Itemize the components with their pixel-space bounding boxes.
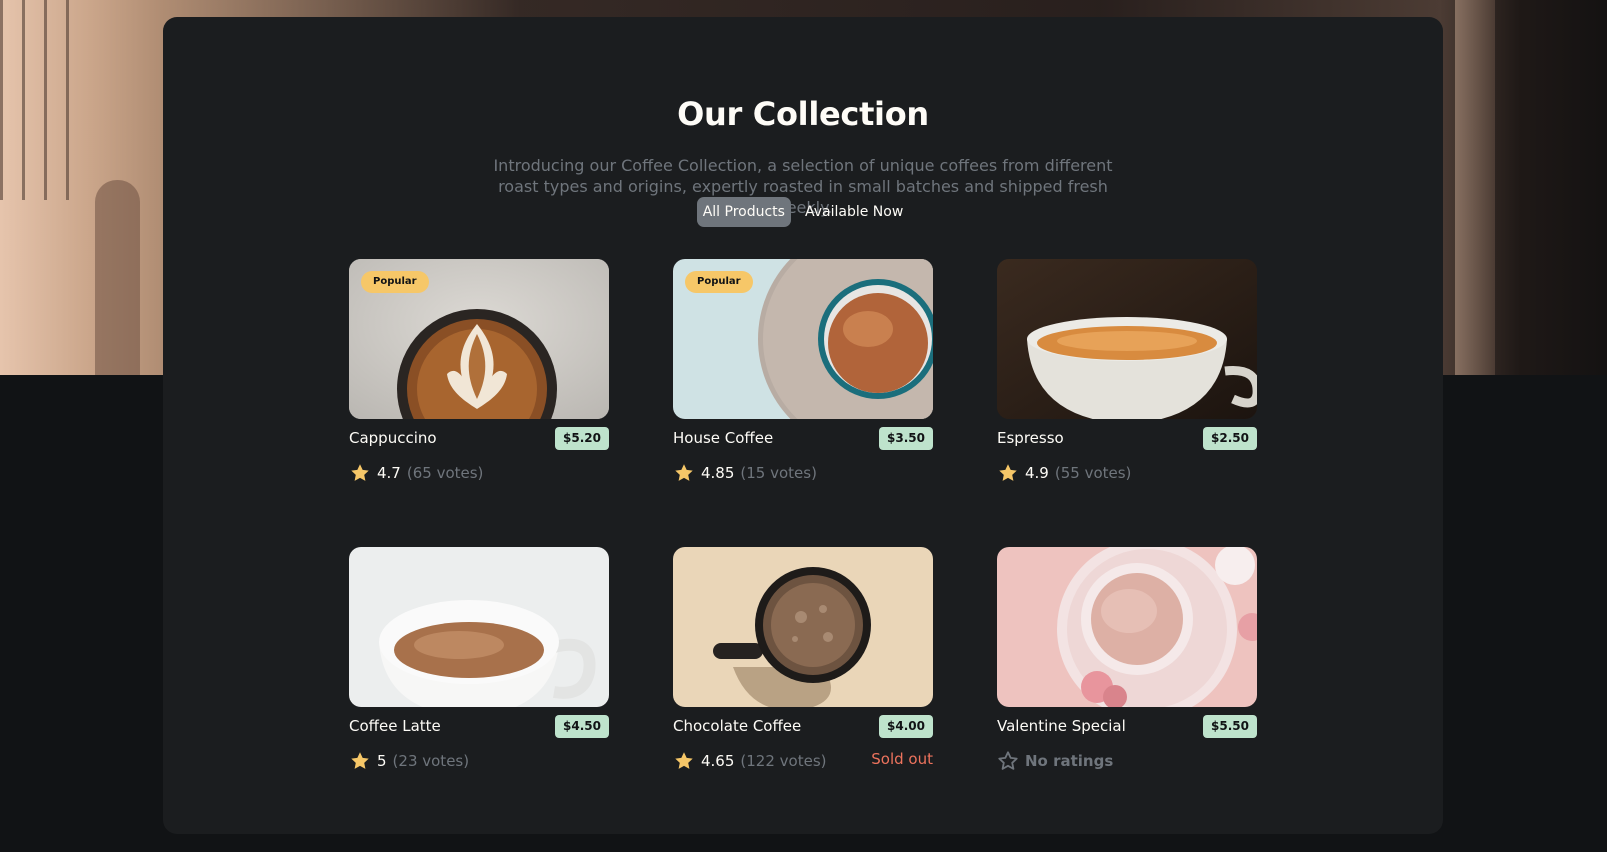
rating-score: 4.85	[701, 464, 735, 482]
product-rating: No ratings	[997, 750, 1113, 772]
espresso-cup-icon	[997, 259, 1257, 419]
product-card-coffee-latte[interactable]: Coffee Latte $4.50 5 (23 votes)	[349, 547, 609, 777]
price-tag: $4.50	[555, 715, 609, 738]
price-tag: $3.50	[879, 427, 933, 450]
rating-score: 4.65	[701, 752, 735, 770]
star-filled-icon	[351, 752, 369, 769]
product-rating: 4.65 (122 votes)	[673, 750, 827, 772]
popular-badge: Popular	[361, 271, 429, 293]
rating-score: 5	[377, 752, 387, 770]
price-tag: $5.20	[555, 427, 609, 450]
rating-votes: (65 votes)	[406, 464, 484, 482]
product-rating: 4.9 (55 votes)	[997, 462, 1131, 484]
product-rating: 4.85 (15 votes)	[673, 462, 817, 484]
rating-score: 4.9	[1025, 464, 1049, 482]
rating-votes: (122 votes)	[740, 752, 827, 770]
latte-cup-icon	[349, 547, 609, 707]
product-card-house-coffee[interactable]: Popular House Coffee $3.50 4.85 (15 vote…	[673, 259, 933, 489]
price-tag: $4.00	[879, 715, 933, 738]
star-filled-icon	[675, 464, 693, 481]
star-empty-icon	[998, 751, 1018, 770]
cappuccino-latte-art-icon: Popular	[349, 259, 609, 419]
product-card-valentine-special[interactable]: Valentine Special $5.50 No ratings	[997, 547, 1257, 777]
collection-panel: Our Collection Introducing our Coffee Co…	[163, 17, 1443, 834]
product-name: House Coffee	[673, 429, 774, 447]
valentine-pink-latte-icon	[997, 547, 1257, 707]
product-card-cappuccino[interactable]: Popular Cappuccino $5.20 4.7 (65 votes)	[349, 259, 609, 489]
sold-out-label: Sold out	[871, 750, 933, 768]
star-filled-icon	[351, 464, 369, 481]
rating-votes: (15 votes)	[740, 464, 817, 482]
product-rating: 5 (23 votes)	[349, 750, 469, 772]
product-card-espresso[interactable]: Espresso $2.50 4.9 (55 votes)	[997, 259, 1257, 489]
product-name: Coffee Latte	[349, 717, 441, 735]
product-card-chocolate-coffee[interactable]: Chocolate Coffee $4.00 4.65 (122 votes) …	[673, 547, 933, 777]
tab-all-products[interactable]: All Products	[696, 197, 791, 227]
product-name: Chocolate Coffee	[673, 717, 802, 735]
rating-votes: (55 votes)	[1054, 464, 1132, 482]
popular-badge: Popular	[685, 271, 753, 293]
price-tag: $2.50	[1203, 427, 1257, 450]
cafe-arch-decoration	[95, 180, 140, 375]
rating-score: 4.7	[377, 464, 401, 482]
cafe-window-decoration	[0, 0, 70, 200]
star-filled-icon	[999, 464, 1017, 481]
no-ratings-label: No ratings	[1025, 752, 1114, 770]
product-name: Espresso	[997, 429, 1064, 447]
star-filled-icon	[675, 752, 693, 769]
tab-available-now[interactable]: Available Now	[799, 197, 909, 227]
price-tag: $5.50	[1203, 715, 1257, 738]
rating-votes: (23 votes)	[392, 752, 470, 770]
product-name: Valentine Special	[997, 717, 1126, 735]
chocolate-coffee-mug-icon	[673, 547, 933, 707]
page-title: Our Collection	[677, 95, 929, 133]
product-name: Cappuccino	[349, 429, 437, 447]
product-rating: 4.7 (65 votes)	[349, 462, 483, 484]
filter-tabs: All Products Available Now	[163, 197, 1443, 227]
cafe-post-decoration	[1455, 0, 1495, 375]
house-coffee-cup-icon: Popular	[673, 259, 933, 419]
